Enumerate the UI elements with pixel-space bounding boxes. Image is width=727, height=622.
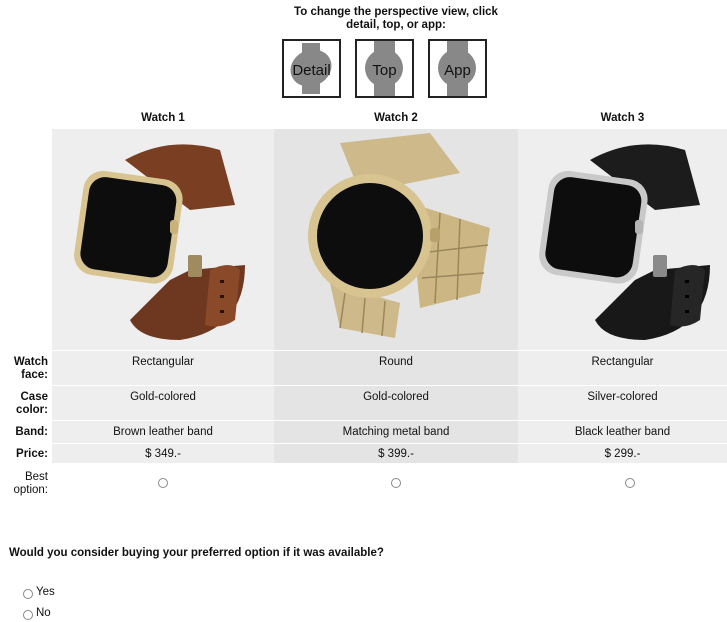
view-instruction: To change the perspective view, click de… [200,6,592,32]
cell-price-watch-2: $ 399.- [378,448,414,460]
cell-band-watch-1: Brown leather band [113,426,213,438]
cell-price-watch-1: $ 349.- [145,448,181,460]
cell-price-watch-3: $ 299.- [604,448,641,460]
watch-1-image [74,144,245,340]
row-label-best-option: Best option: [13,471,48,496]
top-view-button[interactable]: Top [355,39,414,98]
purchase-question: Would you consider buying your preferred… [9,547,384,559]
row-divider [52,420,727,421]
answer-no-radio[interactable] [23,610,33,620]
app-view-label: App [444,62,471,79]
detail-view-label: Detail [292,62,331,79]
cell-face-watch-1: Rectangular [131,356,194,368]
top-view-label: Top [372,62,397,79]
watch-2-image [308,133,490,338]
best-option-radio-watch-1[interactable] [158,478,168,488]
column-header-watch-3: Watch 3 [600,112,645,124]
watch-3-image [539,144,710,340]
row-label-band: Band: [15,426,48,438]
cell-band-watch-3: Black leather band [574,426,671,438]
cell-face-watch-3: Rectangular [591,356,654,368]
row-label-watch-face: Watch face: [13,356,48,381]
row-divider [52,350,727,351]
cell-case-watch-1: Gold-colored [130,391,196,403]
row-divider [52,443,727,444]
answer-yes-radio[interactable] [23,589,33,599]
instruction-line-1: To change the perspective view, click [294,6,498,18]
answer-yes-label[interactable]: Yes [36,586,55,598]
row-divider [52,385,727,386]
instruction-line-2: detail, top, or app: [346,19,446,31]
cell-case-watch-2: Gold-colored [363,391,429,403]
cell-case-watch-3: Silver-colored [587,391,658,403]
column-header-watch-2: Watch 2 [374,112,418,124]
row-label-case-color: Case color: [16,391,48,416]
cell-band-watch-2: Matching metal band [342,426,450,438]
column-header-watch-1: Watch 1 [141,112,185,124]
detail-view-button[interactable]: Detail [282,39,341,98]
app-view-button[interactable]: App [428,39,487,98]
row-label-price: Price: [16,448,48,460]
best-option-radio-watch-3[interactable] [625,478,635,488]
answer-no-label[interactable]: No [36,607,51,619]
best-option-radio-watch-2[interactable] [391,478,401,488]
cell-face-watch-2: Round [379,356,413,368]
